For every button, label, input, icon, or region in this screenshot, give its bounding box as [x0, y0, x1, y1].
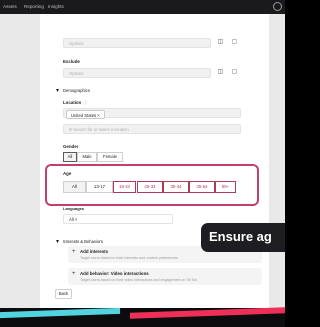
gender-male[interactable]: Male [77, 152, 97, 162]
nav-insights[interactable]: Insights [48, 4, 64, 9]
document-icon[interactable]: ▢ [231, 39, 238, 46]
document-icon[interactable]: ▢ [231, 69, 238, 76]
languages-label: Languages [63, 206, 85, 211]
chevron-down-icon[interactable]: ▾ [56, 87, 59, 94]
top-navigation: Assets Reporting Insights [0, 0, 285, 14]
add-interests-title: Add interests [80, 249, 109, 254]
location-label: Location [63, 100, 82, 105]
interests-behaviors-label[interactable]: Interests & Behaviors [63, 239, 103, 244]
gender-all[interactable]: All [63, 152, 77, 162]
exclude-label: Exclude [63, 59, 80, 64]
gender-label: Gender [63, 144, 79, 149]
nav-assets[interactable]: Assets [3, 4, 17, 9]
include-select[interactable]: Options [63, 38, 211, 48]
chevron-down-icon[interactable]: ▾ [56, 238, 59, 245]
video-caption: Ensure ag [201, 223, 285, 252]
location-chip[interactable]: United States × [66, 110, 105, 119]
folder-icon[interactable]: ◫ [217, 69, 224, 76]
folder-icon[interactable]: ◫ [217, 39, 224, 46]
back-button[interactable]: Back [55, 289, 72, 299]
add-video-interactions-card[interactable]: + Add behavior: Video interactions Targe… [68, 268, 262, 285]
location-search-placeholder: Search for or select a location [73, 127, 129, 132]
add-video-interactions-description: Target users based on their video intera… [80, 278, 197, 282]
exclude-select[interactable]: Options [63, 68, 211, 78]
add-interests-description: Target users based on their interests an… [80, 256, 178, 260]
background-left [0, 0, 40, 327]
plus-icon: + [72, 271, 76, 277]
search-icon[interactable] [273, 2, 282, 11]
languages-chip[interactable]: All × [69, 217, 77, 222]
background-right [269, 0, 285, 327]
search-icon: ⚲ [69, 127, 73, 132]
nav-reporting[interactable]: Reporting [24, 4, 44, 9]
info-icon: ⓘ [83, 100, 88, 105]
demographics-label[interactable]: Demographics [63, 88, 90, 93]
age-highlight-box [45, 164, 259, 206]
languages-select[interactable]: All × [63, 214, 173, 224]
plus-icon: + [72, 249, 76, 255]
location-search-input[interactable]: ⚲ Search for or select a location [63, 124, 241, 134]
gender-female[interactable]: Female [97, 152, 123, 162]
add-video-interactions-title: Add behavior: Video interactions [80, 271, 149, 276]
